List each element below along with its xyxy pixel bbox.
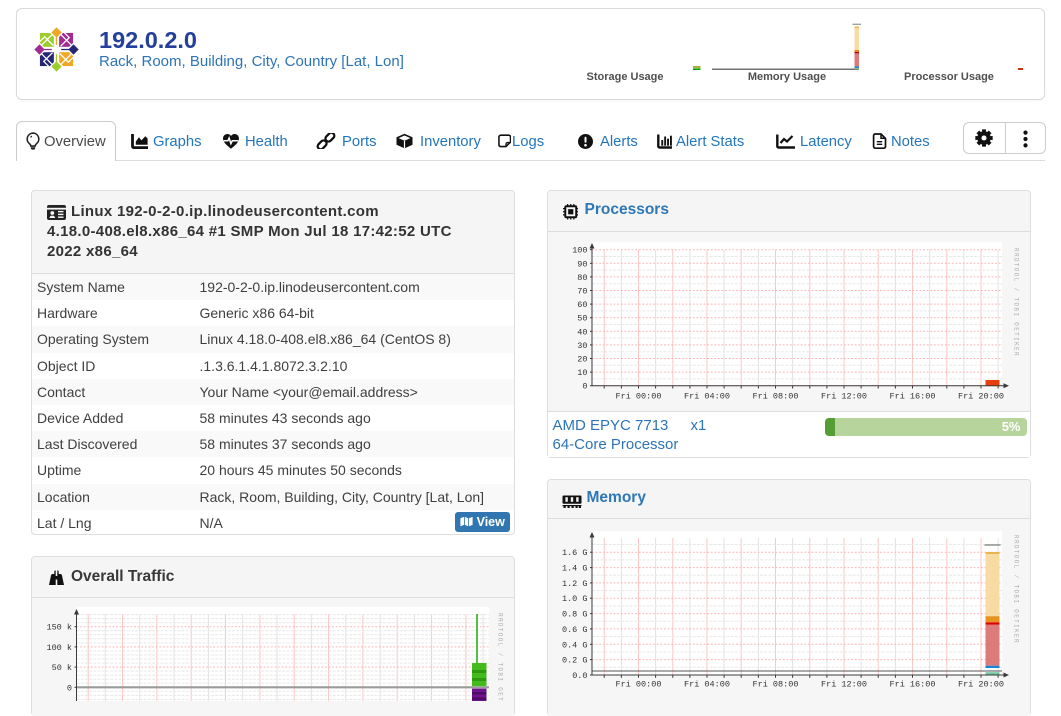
svg-text:90: 90 — [577, 259, 587, 269]
svg-text:Fri 16:00: Fri 16:00 — [889, 680, 935, 690]
svg-text:Fri 12:00: Fri 12:00 — [821, 392, 867, 402]
svg-text:10: 10 — [577, 368, 587, 378]
svg-text:50 k: 50 k — [52, 663, 72, 673]
svg-text:30: 30 — [577, 341, 587, 351]
svg-text:RRDTOOL / TOBI OETIKER: RRDTOOL / TOBI OETIKER — [1012, 248, 1019, 357]
svg-text:70: 70 — [577, 287, 587, 297]
svg-text:0.4 G: 0.4 G — [561, 640, 587, 650]
svg-text:Fri 08:00: Fri 08:00 — [752, 680, 798, 690]
svg-text:1.6 G: 1.6 G — [561, 548, 587, 558]
svg-text:0: 0 — [582, 382, 587, 392]
svg-text:0.0: 0.0 — [572, 671, 587, 681]
svg-text:1.4 G: 1.4 G — [561, 564, 587, 574]
svg-text:150 k: 150 k — [46, 623, 72, 633]
svg-text:0: 0 — [67, 683, 72, 693]
svg-text:RRDTOOL / TOBI OETIKER: RRDTOOL / TOBI OETIKER — [1012, 535, 1019, 644]
svg-text:80: 80 — [577, 273, 587, 283]
svg-text:Fri 20:00: Fri 20:00 — [958, 680, 1004, 690]
svg-text:100: 100 — [572, 246, 587, 256]
svg-text:0.6 G: 0.6 G — [561, 625, 587, 635]
svg-text:20: 20 — [577, 355, 587, 365]
svg-text:60: 60 — [577, 300, 587, 310]
svg-text:Fri 12:00: Fri 12:00 — [821, 680, 867, 690]
svg-text:40: 40 — [577, 327, 587, 337]
svg-text:50: 50 — [577, 314, 587, 324]
svg-text:Fri 04:00: Fri 04:00 — [684, 392, 730, 402]
svg-text:0.8 G: 0.8 G — [561, 610, 587, 620]
svg-text:Fri 04:00: Fri 04:00 — [684, 680, 730, 690]
svg-text:Fri 20:00: Fri 20:00 — [958, 392, 1004, 402]
svg-text:Fri 16:00: Fri 16:00 — [889, 392, 935, 402]
svg-text:Fri 00:00: Fri 00:00 — [615, 392, 661, 402]
svg-text:0.2 G: 0.2 G — [561, 656, 587, 666]
svg-text:RRDTOOL / TOBI OETIKER: RRDTOOL / TOBI OETIKER — [497, 613, 504, 701]
svg-text:Fri 00:00: Fri 00:00 — [615, 680, 661, 690]
svg-text:Fri 08:00: Fri 08:00 — [752, 392, 798, 402]
svg-text:100 k: 100 k — [46, 643, 72, 653]
svg-text:1.0 G: 1.0 G — [561, 594, 587, 604]
svg-text:1.2 G: 1.2 G — [561, 579, 587, 589]
